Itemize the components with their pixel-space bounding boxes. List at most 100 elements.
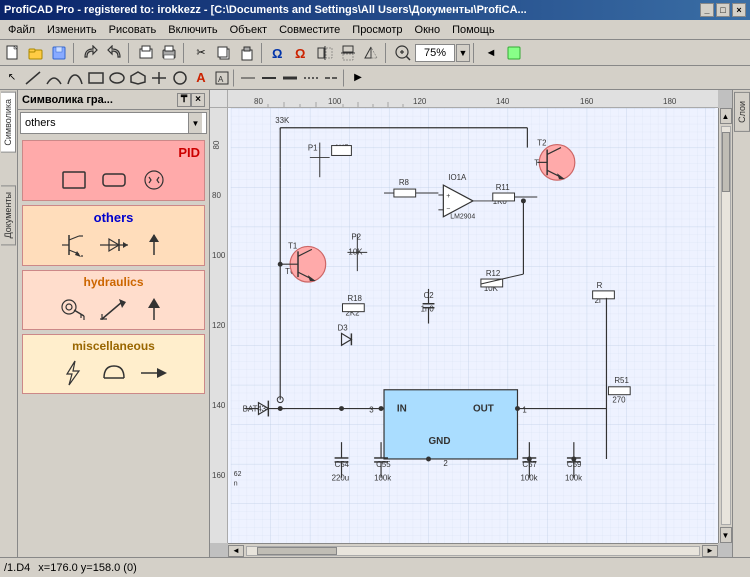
svg-text:1n0: 1n0 [421,305,435,314]
dome-symbol[interactable] [96,357,132,389]
nav-left-button[interactable]: ◄ [480,42,502,64]
menu-edit[interactable]: Изменить [41,22,103,38]
save-button[interactable] [48,42,70,64]
misc-title: miscellaneous [27,339,200,353]
line-width-2[interactable] [259,68,279,88]
minimize-button[interactable]: _ [700,3,714,17]
zoom-dropdown[interactable]: ▼ [456,44,470,62]
grid-canvas[interactable]: 33K P1 1K5 R8 10K IO1A + − LM2904 [228,108,718,543]
svg-text:1: 1 [522,406,526,415]
svg-text:80: 80 [212,140,221,149]
line-tool[interactable] [23,68,43,88]
zoom-in-button[interactable] [392,42,414,64]
svg-text:+: + [446,193,450,200]
menu-object[interactable]: Объект [224,22,273,38]
line-width-1[interactable] [238,68,258,88]
open-button[interactable] [25,42,47,64]
svg-text:P2: P2 [351,232,361,241]
insert-text-button[interactable]: Ω [291,42,313,64]
npn-transistor[interactable] [56,229,92,261]
category-dropdown[interactable]: others ▼ [20,112,207,134]
scrollbar-vertical[interactable]: ▲ ▼ [718,108,732,543]
print-button[interactable] [158,42,180,64]
svg-text:180: 180 [663,97,677,106]
undo-button[interactable] [80,42,102,64]
pid-sym-3[interactable] [136,164,172,196]
draw-toolbar: ↖ A A ▶ [0,66,750,90]
new-button[interactable] [2,42,24,64]
menu-include[interactable]: Включить [162,22,223,38]
rect-tool[interactable] [86,68,106,88]
ellipse-tool[interactable] [107,68,127,88]
mirror-button[interactable] [360,42,382,64]
right-arrow[interactable] [136,357,172,389]
misc-symbols [27,357,200,389]
redo-button[interactable] [103,42,125,64]
menu-view[interactable]: Просмотр [346,22,408,38]
print-preview-button[interactable] [135,42,157,64]
svg-text:R: R [597,281,603,290]
menu-file[interactable]: Файл [2,22,41,38]
menu-window[interactable]: Окно [409,22,447,38]
up-arrow-2[interactable] [136,293,172,325]
flip-v-button[interactable] [337,42,359,64]
status-bar: /1.D4 x=176.0 y=158.0 (0) [0,557,750,577]
menu-combine[interactable]: Совместите [273,22,346,38]
scroll-thumb-h[interactable] [257,547,337,555]
pointer-tool[interactable]: ↖ [2,68,22,88]
paste-button[interactable] [236,42,258,64]
line-style-dashed[interactable] [322,68,342,88]
circle-tool[interactable] [170,68,190,88]
nav-right-button[interactable] [503,42,525,64]
diode-arrow[interactable] [96,229,132,261]
toolbar-sep-6 [473,43,477,63]
svg-text:A: A [218,75,224,84]
menu-draw[interactable]: Рисовать [103,22,163,38]
cross-tool[interactable] [149,68,169,88]
scroll-up-button[interactable]: ▲ [720,108,732,124]
layers-tab[interactable]: Слои [734,92,750,132]
flip-h-button[interactable] [314,42,336,64]
close-button[interactable]: × [732,3,746,17]
pid-sym-1[interactable] [56,164,92,196]
scroll-right-button[interactable]: ► [702,545,718,557]
vert-tabs: Символика Документы [0,90,18,557]
arrow-up[interactable] [136,229,172,261]
cut-button[interactable]: ✂ [190,42,212,64]
pid-title: PID [27,145,200,160]
documents-tab[interactable]: Документы [1,185,16,245]
maximize-button[interactable]: □ [716,3,730,17]
scrollbar-horizontal[interactable]: ◄ ► [228,543,718,557]
ruler-horizontal: 80 100 120 140 160 180 [228,90,718,108]
pid-sym-2[interactable] [96,164,132,196]
svg-text:33K: 33K [275,116,290,125]
menu-help[interactable]: Помощь [446,22,501,38]
more-tools[interactable]: ▶ [348,68,368,88]
arc-tool[interactable] [44,68,64,88]
scroll-thumb-v[interactable] [722,132,730,192]
others-card: others [22,205,205,266]
svg-text:IO1A: IO1A [448,173,467,182]
text-tool[interactable]: A [191,68,211,88]
copy-button[interactable] [213,42,235,64]
dropdown-arrow-icon: ▼ [188,113,202,133]
diag-arrow[interactable] [96,293,132,325]
symbols-tab[interactable]: Символика [1,92,16,153]
scroll-down-button[interactable]: ▼ [720,527,732,543]
svg-text:160: 160 [212,471,226,480]
lightning-symbol[interactable] [56,357,92,389]
scroll-left-button[interactable]: ◄ [228,545,244,557]
text2-tool[interactable]: A [212,68,232,88]
panel-pin-button[interactable]: ₸ [177,93,191,107]
bezier-tool[interactable] [65,68,85,88]
key-symbol[interactable] [56,293,92,325]
insert-symbol-button[interactable]: Ω [268,42,290,64]
symbol-panel: Символика Документы Символика гра... ₸ ×… [0,90,210,557]
svg-text:R12: R12 [486,269,500,278]
zoom-input[interactable]: 75% [415,44,455,62]
svg-text:120: 120 [413,97,427,106]
panel-close-button[interactable]: × [191,93,205,107]
polygon-tool[interactable] [128,68,148,88]
line-style-dotted[interactable] [301,68,321,88]
line-width-3[interactable] [280,68,300,88]
